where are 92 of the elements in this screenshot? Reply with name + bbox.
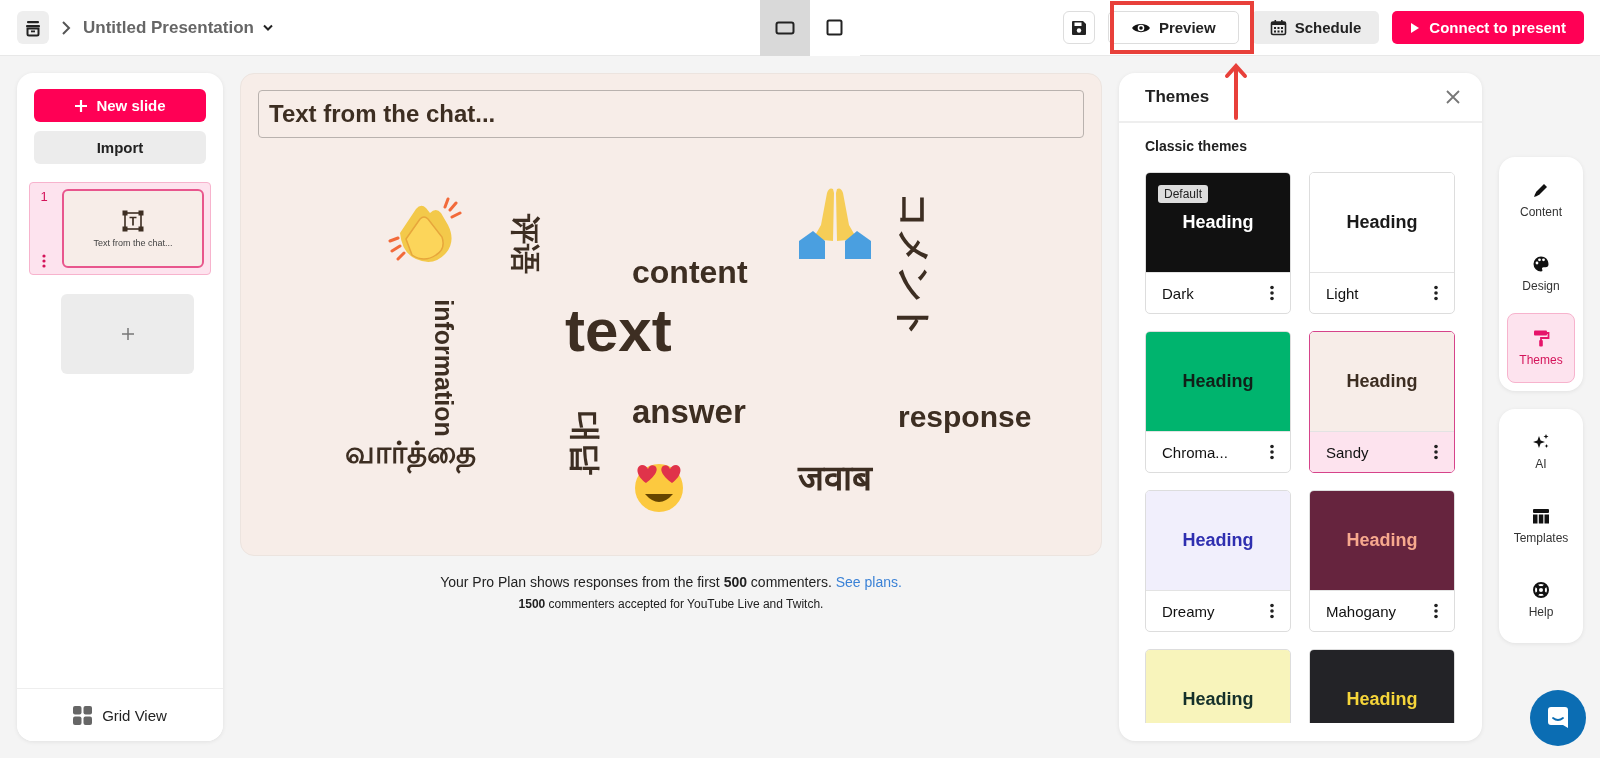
palette-icon bbox=[1532, 255, 1550, 273]
theme-name: Dreamy bbox=[1162, 602, 1215, 620]
text-box-icon bbox=[121, 209, 145, 233]
theme-card[interactable]: Heading bbox=[1309, 649, 1455, 723]
more-options-button[interactable] bbox=[1268, 283, 1276, 303]
more-vertical-icon bbox=[1434, 285, 1438, 301]
word-cloud-word: response bbox=[898, 399, 1032, 435]
more-options-button[interactable] bbox=[1432, 601, 1440, 621]
theme-heading: Heading bbox=[1182, 530, 1254, 551]
rail-ai-button[interactable]: AI bbox=[1507, 417, 1575, 487]
see-plans-link[interactable]: See plans. bbox=[835, 574, 902, 590]
word-cloud-word: 대답 bbox=[567, 411, 605, 475]
calendar-icon bbox=[1269, 19, 1287, 36]
theme-card[interactable]: Heading bbox=[1145, 649, 1291, 723]
more-options-button[interactable] bbox=[1268, 601, 1276, 621]
more-vertical-icon bbox=[1434, 444, 1438, 460]
rail-design-button[interactable]: Design bbox=[1507, 239, 1575, 309]
plus-icon bbox=[120, 327, 135, 341]
paint-roller-icon bbox=[1532, 329, 1550, 347]
theme-card[interactable]: Heading Chroma... bbox=[1145, 331, 1291, 473]
preview-button[interactable]: Preview bbox=[1107, 11, 1239, 44]
title-input-field[interactable]: Text from the chat... bbox=[258, 90, 1084, 138]
save-icon bbox=[1070, 19, 1087, 36]
word-cloud-word: コメント bbox=[893, 192, 936, 340]
plan-note: Your Pro Plan shows responses from the first 500 commenters. See plans. bbox=[440, 574, 902, 590]
slide-number: 1 bbox=[40, 189, 48, 204]
theme-heading: Heading bbox=[1346, 689, 1418, 710]
word-cloud-word: 评语 bbox=[507, 214, 543, 274]
more-vertical-icon[interactable] bbox=[42, 254, 46, 268]
play-icon bbox=[1410, 21, 1421, 34]
chevron-right-icon bbox=[59, 18, 73, 37]
rail-themes-button[interactable]: Themes bbox=[1507, 313, 1575, 383]
theme-name: Sandy bbox=[1326, 443, 1369, 461]
save-button[interactable] bbox=[1062, 11, 1095, 44]
more-vertical-icon bbox=[1270, 444, 1274, 460]
slide-thumbnail[interactable]: Text from the chat... bbox=[62, 189, 204, 268]
theme-heading: Heading bbox=[1182, 689, 1254, 710]
theme-name: Light bbox=[1326, 284, 1359, 302]
slide-thumbnail-row[interactable]: 1 Text from the chat... bbox=[29, 182, 211, 275]
table-icon bbox=[1532, 507, 1550, 525]
square-icon bbox=[826, 19, 844, 36]
more-options-button[interactable] bbox=[1432, 442, 1440, 462]
presentation-title[interactable]: Untitled Presentation bbox=[83, 17, 274, 38]
import-button[interactable]: Import bbox=[34, 131, 206, 164]
close-icon bbox=[1445, 89, 1461, 105]
plus-icon bbox=[74, 98, 89, 113]
theme-name: Dark bbox=[1162, 284, 1194, 302]
theme-heading: Heading bbox=[1346, 212, 1418, 233]
more-vertical-icon bbox=[1270, 285, 1274, 301]
theme-heading: Heading bbox=[1182, 212, 1254, 233]
panel-title: Themes bbox=[1145, 87, 1210, 107]
chat-support-button[interactable] bbox=[1530, 690, 1586, 746]
grid-view-button[interactable]: Grid View bbox=[17, 688, 223, 741]
theme-card[interactable]: Heading Light bbox=[1309, 172, 1455, 314]
theme-card[interactable]: Heading Sandy bbox=[1309, 331, 1455, 473]
annotation-arrow bbox=[1224, 62, 1248, 120]
theme-card[interactable]: Heading Dreamy bbox=[1145, 490, 1291, 632]
theme-card[interactable]: Default Heading Dark bbox=[1145, 172, 1291, 314]
word-cloud-word: text bbox=[565, 296, 672, 366]
more-vertical-icon bbox=[1434, 603, 1438, 619]
word-cloud-word: content bbox=[632, 253, 748, 292]
theme-name: Chroma... bbox=[1162, 443, 1228, 461]
rail-help-button[interactable]: Help bbox=[1507, 565, 1575, 635]
archive-button[interactable] bbox=[17, 11, 49, 44]
theme-heading: Heading bbox=[1182, 371, 1254, 392]
word-cloud-word: जवाब bbox=[798, 457, 872, 499]
default-badge: Default bbox=[1158, 185, 1209, 203]
more-options-button[interactable] bbox=[1268, 442, 1276, 462]
connect-button[interactable]: Connect to present bbox=[1392, 11, 1584, 44]
caret-down-icon bbox=[261, 23, 274, 32]
slide-title: Text from the chat... bbox=[93, 238, 173, 248]
new-slide-button[interactable]: New slide bbox=[34, 89, 206, 122]
section-heading: Classic themes bbox=[1144, 137, 1248, 154]
grid-icon bbox=[73, 705, 93, 725]
theme-heading: Heading bbox=[1346, 530, 1418, 551]
more-vertical-icon bbox=[1270, 603, 1274, 619]
lifebuoy-icon bbox=[1532, 581, 1550, 599]
rail-templates-button[interactable]: Templates bbox=[1507, 491, 1575, 561]
theme-heading: Heading bbox=[1346, 371, 1418, 392]
more-options-button[interactable] bbox=[1432, 283, 1440, 303]
theme-name: Mahogany bbox=[1326, 602, 1397, 620]
pencil-icon bbox=[1532, 181, 1550, 199]
chat-bubble-icon bbox=[1545, 705, 1571, 731]
sparkles-icon bbox=[1532, 433, 1550, 451]
rail-content-button[interactable]: Content bbox=[1507, 165, 1575, 235]
theme-card[interactable]: Heading Mahogany bbox=[1309, 490, 1455, 632]
commenters-note: 1500 commenters accepted for YouTube Live and Twitch. bbox=[518, 597, 824, 611]
word-cloud-word: answer bbox=[632, 392, 746, 432]
widescreen-icon bbox=[774, 20, 795, 35]
layout-toggle[interactable] bbox=[759, 0, 810, 56]
schedule-button[interactable]: Schedule bbox=[1251, 11, 1380, 44]
box-icon bbox=[24, 18, 42, 37]
